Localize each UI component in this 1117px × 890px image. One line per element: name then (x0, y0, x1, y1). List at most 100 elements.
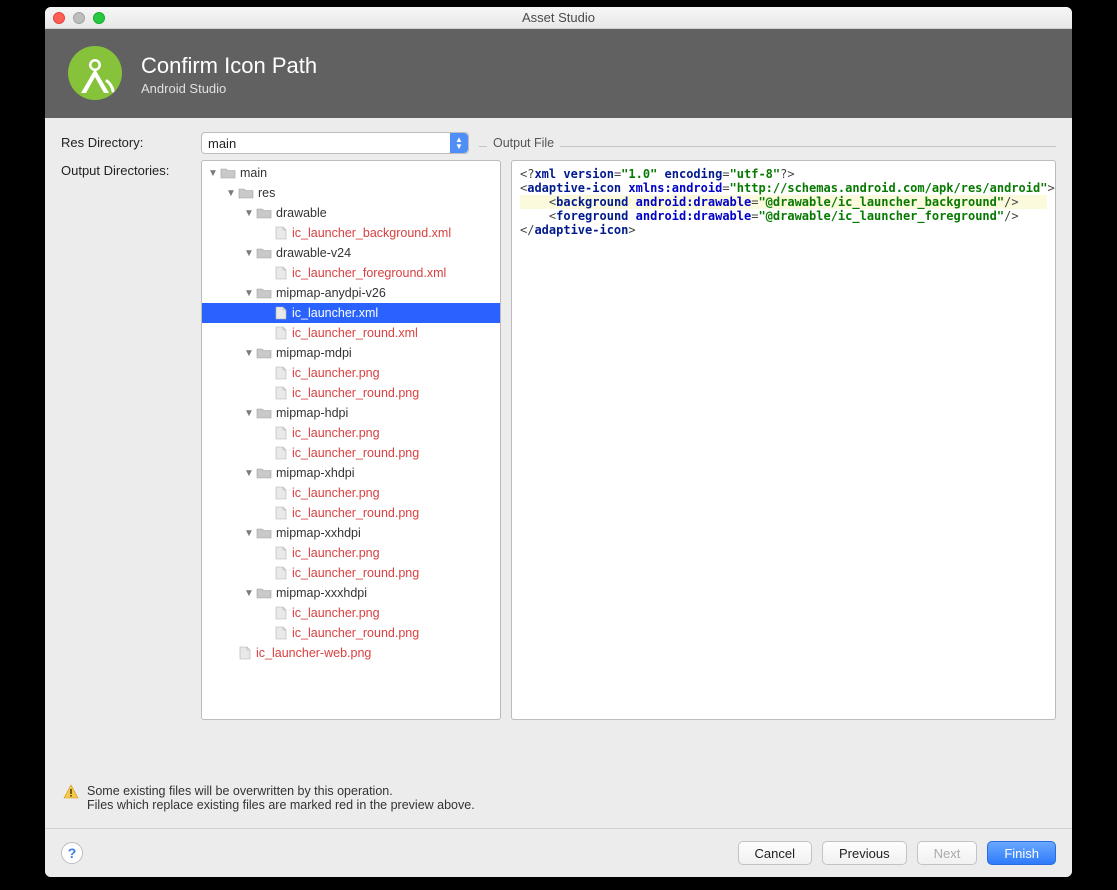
folder-icon (256, 526, 272, 540)
xml-line: <foreground android:drawable="@drawable/… (520, 209, 1047, 223)
file-icon (274, 226, 288, 240)
xml-line: <background android:drawable="@drawable/… (520, 195, 1047, 209)
tree-item-label: ic_launcher.png (292, 366, 380, 380)
res-directory-label: Res Directory: (61, 132, 191, 150)
disclosure-triangle-icon[interactable]: ▼ (244, 468, 254, 479)
tree-item-label: ic_launcher.png (292, 426, 380, 440)
wizard-subtitle: Android Studio (141, 81, 317, 96)
tree-item-label: ic_launcher-web.png (256, 646, 371, 660)
file-icon (274, 426, 288, 440)
tree-folder[interactable]: ▼ drawable-v24 (202, 243, 500, 263)
tree-folder[interactable]: ▼mipmap-xhdpi (202, 463, 500, 483)
file-icon (274, 386, 288, 400)
tree-file[interactable]: ▶ic_launcher_foreground.xml (202, 263, 500, 283)
warning-icon (63, 784, 79, 812)
tree-item-label: main (240, 166, 267, 180)
disclosure-triangle-icon[interactable]: ▼ (244, 288, 254, 299)
tree-folder[interactable]: ▼ mipmap-xxhdpi (202, 523, 500, 543)
file-icon (274, 446, 288, 460)
res-directory-select[interactable]: main ▲▼ (201, 132, 469, 154)
file-icon (274, 506, 288, 520)
tree-item-label: ic_launcher.png (292, 606, 380, 620)
tree-file[interactable]: ▶ic_launcher_round.png (202, 503, 500, 523)
tree-folder[interactable]: ▼ mipmap-xxxhdpi (202, 583, 500, 603)
folder-icon (238, 186, 254, 200)
folder-icon (256, 286, 272, 300)
tree-file[interactable]: ▶ic_launcher.png (202, 363, 500, 383)
xml-line: <?xml version="1.0" encoding="utf-8"?> (520, 167, 1047, 181)
tree-file[interactable]: ▶ic_launcher_round.png (202, 383, 500, 403)
file-icon (274, 626, 288, 640)
tree-item-label: ic_launcher_round.png (292, 626, 419, 640)
wizard-title: Confirm Icon Path (141, 53, 317, 79)
tree-folder[interactable]: ▼ res (202, 183, 500, 203)
dialog-button-bar: ? Cancel Previous Next Finish (45, 828, 1072, 877)
wizard-banner: Confirm Icon Path Android Studio (45, 29, 1072, 118)
tree-file[interactable]: ▶ic_launcher.png (202, 543, 500, 563)
xml-line: </adaptive-icon> (520, 223, 1047, 237)
tree-item-label: ic_launcher.png (292, 546, 380, 560)
folder-icon (256, 586, 272, 600)
folder-icon (256, 246, 272, 260)
output-file-preview[interactable]: <?xml version="1.0" encoding="utf-8"?> <… (511, 160, 1056, 720)
tree-item-label: mipmap-xxhdpi (276, 526, 361, 540)
file-icon (274, 306, 288, 320)
tree-file[interactable]: ▶ic_launcher-web.png (202, 643, 500, 663)
res-directory-value: main (208, 136, 236, 151)
warning-line-1: Some existing files will be overwritten … (87, 784, 475, 798)
tree-item-label: mipmap-hdpi (276, 406, 348, 420)
file-icon (238, 646, 252, 660)
tree-item-label: ic_launcher_round.png (292, 506, 419, 520)
disclosure-triangle-icon[interactable]: ▼ (208, 168, 218, 179)
tree-item-label: res (258, 186, 275, 200)
tree-file[interactable]: ▶ic_launcher_background.xml (202, 223, 500, 243)
tree-item-label: mipmap-xxxhdpi (276, 586, 367, 600)
file-icon (274, 326, 288, 340)
file-icon (274, 366, 288, 380)
window-title: Asset Studio (45, 10, 1072, 25)
tree-file[interactable]: ▶ic_launcher.xml (202, 303, 500, 323)
tree-item-label: ic_launcher_foreground.xml (292, 266, 446, 280)
tree-folder[interactable]: ▼ main (202, 163, 500, 183)
folder-icon (256, 206, 272, 220)
tree-item-label: ic_launcher.png (292, 486, 380, 500)
disclosure-triangle-icon[interactable]: ▼ (226, 188, 236, 199)
folder-icon (256, 406, 272, 420)
disclosure-triangle-icon[interactable]: ▼ (244, 248, 254, 259)
tree-item-label: ic_launcher_round.xml (292, 326, 418, 340)
tree-file[interactable]: ▶ic_launcher_round.png (202, 443, 500, 463)
tree-file[interactable]: ▶ic_launcher.png (202, 603, 500, 623)
tree-folder[interactable]: ▼ mipmap-hdpi (202, 403, 500, 423)
tree-item-label: mipmap-anydpi-v26 (276, 286, 386, 300)
tree-item-label: drawable-v24 (276, 246, 351, 260)
file-icon (274, 606, 288, 620)
cancel-button[interactable]: Cancel (738, 841, 812, 865)
disclosure-triangle-icon[interactable]: ▼ (244, 348, 254, 359)
disclosure-triangle-icon[interactable]: ▼ (244, 208, 254, 219)
tree-item-label: ic_launcher_background.xml (292, 226, 451, 240)
tree-folder[interactable]: ▼ mipmap-mdpi (202, 343, 500, 363)
folder-icon (256, 346, 272, 360)
folder-icon (220, 166, 236, 180)
tree-folder[interactable]: ▼ drawable (202, 203, 500, 223)
output-directories-tree[interactable]: ▼ main ▼ res ▼ drawable ▶ic_launcher_backgroun… (201, 160, 501, 720)
dialog-window: Asset Studio Confirm Icon Path Android S… (45, 7, 1072, 877)
previous-button[interactable]: Previous (822, 841, 907, 865)
tree-file[interactable]: ▶ic_launcher_round.png (202, 563, 500, 583)
finish-button[interactable]: Finish (987, 841, 1056, 865)
disclosure-triangle-icon[interactable]: ▼ (244, 528, 254, 539)
output-directories-label: Output Directories: (61, 160, 191, 774)
tree-folder[interactable]: ▼ mipmap-anydpi-v26 (202, 283, 500, 303)
tree-item-label: mipmap-mdpi (276, 346, 352, 360)
tree-item-label: ic_launcher_round.png (292, 386, 419, 400)
tree-item-label: drawable (276, 206, 327, 220)
content-area: Res Directory: main ▲▼ Output File (45, 118, 1072, 828)
disclosure-triangle-icon[interactable]: ▼ (244, 588, 254, 599)
tree-file[interactable]: ▶ic_launcher.png (202, 423, 500, 443)
disclosure-triangle-icon[interactable]: ▼ (244, 408, 254, 419)
tree-file[interactable]: ▶ic_launcher_round.png (202, 623, 500, 643)
tree-item-label: ic_launcher.xml (292, 306, 378, 320)
help-button[interactable]: ? (61, 842, 83, 864)
tree-file[interactable]: ▶ic_launcher.png (202, 483, 500, 503)
tree-file[interactable]: ▶ic_launcher_round.xml (202, 323, 500, 343)
